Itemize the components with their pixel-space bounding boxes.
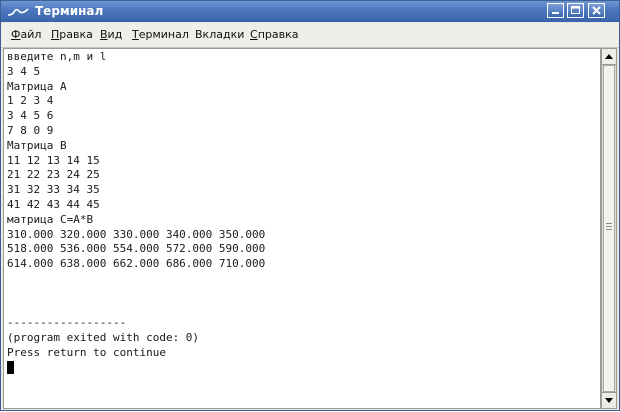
arrow-down-icon xyxy=(605,398,613,403)
menu-tabs[interactable]: Вкладки xyxy=(195,28,244,42)
arrow-up-icon xyxy=(605,54,613,59)
terminal-line: (program exited with code: 0) xyxy=(7,331,200,345)
terminal-line: 518.000 536.000 554.000 572.000 590.000 xyxy=(7,242,266,256)
terminal-cursor-line xyxy=(7,360,265,376)
grip-icon xyxy=(606,223,612,230)
maximize-button[interactable] xyxy=(567,3,584,18)
terminal-line: 21 22 23 24 25 xyxy=(7,168,100,182)
menu-terminal[interactable]: Терминал xyxy=(132,28,189,42)
menu-bar: Файл Правка Вид Терминал Вкладки Справка xyxy=(1,23,619,48)
terminal-line: матрица C=A*B xyxy=(7,212,94,226)
terminal-output[interactable]: введите n,m и l 3 4 5 Матрица A 1 2 3 4 … xyxy=(3,48,601,409)
terminal-line: 3 4 5 6 xyxy=(7,109,54,123)
menu-edit[interactable]: Правка xyxy=(51,28,93,42)
terminal-line: введите n,m и l xyxy=(7,50,107,63)
terminal-window: Терминал Файл Правка Вид Терминал Вкладк… xyxy=(0,0,620,411)
terminal-line: Матрица B xyxy=(7,138,67,152)
window-title: Терминал xyxy=(35,4,104,18)
menu-view[interactable]: Вид xyxy=(100,28,122,42)
scrollbar-thumb[interactable] xyxy=(603,65,615,392)
terminal-lines: введите n,m и l 3 4 5 Матрица A 1 2 3 4 … xyxy=(7,50,265,376)
terminal-line: ------------------ xyxy=(7,316,127,330)
menu-help[interactable]: Справка xyxy=(250,28,298,42)
maximize-icon xyxy=(571,6,580,14)
terminal-line: Матрица A xyxy=(7,79,67,93)
title-bar[interactable]: Терминал xyxy=(1,1,619,22)
terminal-line: 1 2 3 4 xyxy=(7,94,54,108)
minimize-button[interactable] xyxy=(547,3,564,18)
close-icon xyxy=(592,6,601,15)
terminal-line: 31 32 33 34 35 xyxy=(7,183,100,197)
terminal-line: Press return to continue xyxy=(7,345,166,359)
scroll-down-button[interactable] xyxy=(602,392,616,408)
minimize-icon xyxy=(552,12,559,14)
menu-file[interactable]: Файл xyxy=(11,28,41,42)
close-button[interactable] xyxy=(588,3,605,18)
terminal-line: 3 4 5 xyxy=(7,64,41,78)
terminal-line: 310.000 320.000 330.000 340.000 350.000 xyxy=(7,227,266,241)
terminal-line: 41 42 43 44 45 xyxy=(7,197,100,211)
scroll-up-button[interactable] xyxy=(602,49,616,65)
terminal-wave-icon[interactable] xyxy=(7,4,29,18)
terminal-line: 7 8 0 9 xyxy=(7,123,54,137)
text-cursor xyxy=(7,360,14,374)
terminal-line: 11 12 13 14 15 xyxy=(7,153,100,167)
vertical-scrollbar[interactable] xyxy=(601,48,617,409)
terminal-line: 614.000 638.000 662.000 686.000 710.000 xyxy=(7,257,266,271)
